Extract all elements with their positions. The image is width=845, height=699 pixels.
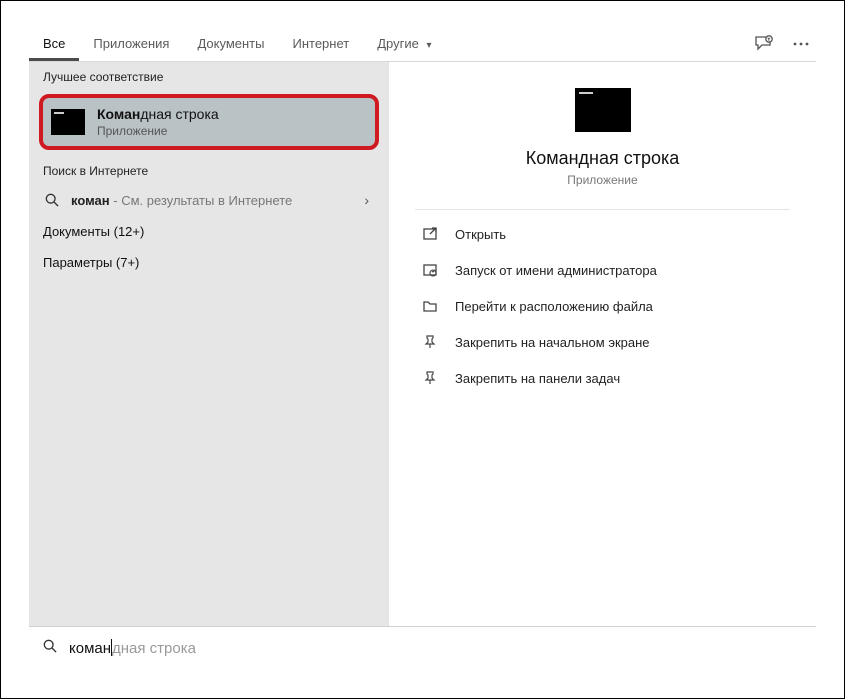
search-icon xyxy=(43,639,57,658)
search-icon xyxy=(43,193,61,207)
action-pin-taskbar[interactable]: Закрепить на панели задач xyxy=(415,360,790,396)
tab-apps[interactable]: Приложения xyxy=(79,27,183,61)
action-open[interactable]: Открыть xyxy=(415,216,790,252)
tab-documents[interactable]: Документы xyxy=(183,27,278,61)
pin-taskbar-icon xyxy=(419,370,441,386)
chevron-right-icon: › xyxy=(364,192,375,208)
documents-group[interactable]: Документы (12+) xyxy=(29,216,389,247)
best-match-title: Командная строка xyxy=(97,106,219,122)
results-pane: Лучшее соответствие Командная строка При… xyxy=(29,62,389,626)
search-panel: Все Приложения Документы Интернет Другие… xyxy=(0,0,845,699)
tab-more[interactable]: Другие ▾ xyxy=(363,27,445,61)
search-typed-text: коман xyxy=(69,640,111,657)
action-pin-start-label: Закрепить на начальном экране xyxy=(455,335,650,350)
web-search-header: Поиск в Интернете xyxy=(29,156,389,184)
tab-internet[interactable]: Интернет xyxy=(278,27,363,61)
filter-tabs: Все Приложения Документы Интернет Другие… xyxy=(29,27,816,61)
cmd-icon-large xyxy=(575,88,631,132)
chevron-down-icon: ▾ xyxy=(426,40,431,51)
search-bar[interactable]: командная строка xyxy=(29,626,816,670)
more-options-icon[interactable] xyxy=(792,41,810,47)
tab-all[interactable]: Все xyxy=(29,27,79,61)
folder-icon xyxy=(419,298,441,314)
best-match-item[interactable]: Командная строка Приложение xyxy=(39,94,379,150)
admin-icon xyxy=(419,262,441,278)
action-open-location[interactable]: Перейти к расположению файла xyxy=(415,288,790,324)
detail-subtitle: Приложение xyxy=(567,173,637,187)
best-match-subtitle: Приложение xyxy=(97,124,219,138)
action-run-admin-label: Запуск от имени администратора xyxy=(455,263,657,278)
pin-start-icon xyxy=(419,334,441,350)
detail-divider xyxy=(415,209,790,210)
action-open-label: Открыть xyxy=(455,227,506,242)
action-open-location-label: Перейти к расположению файла xyxy=(455,299,653,314)
open-icon xyxy=(419,226,441,242)
detail-pane: Командная строка Приложение Открыть Запу… xyxy=(389,62,816,626)
action-pin-taskbar-label: Закрепить на панели задач xyxy=(455,371,620,386)
action-list: Открыть Запуск от имени администратора П… xyxy=(415,216,790,396)
text-caret xyxy=(111,639,112,656)
action-run-admin[interactable]: Запуск от имени администратора xyxy=(415,252,790,288)
detail-title: Командная строка xyxy=(526,148,680,169)
cmd-icon xyxy=(51,109,85,135)
settings-group[interactable]: Параметры (7+) xyxy=(29,247,389,278)
action-pin-start[interactable]: Закрепить на начальном экране xyxy=(415,324,790,360)
tab-more-label: Другие xyxy=(377,36,419,51)
search-input[interactable]: командная строка xyxy=(69,640,196,658)
web-search-text: коман - См. результаты в Интернете xyxy=(71,193,292,208)
search-suggestion-ghost: дная строка xyxy=(112,640,196,657)
feedback-icon[interactable] xyxy=(754,35,774,53)
best-match-header: Лучшее соответствие xyxy=(29,62,389,90)
web-search-item[interactable]: коман - См. результаты в Интернете › xyxy=(29,184,389,216)
